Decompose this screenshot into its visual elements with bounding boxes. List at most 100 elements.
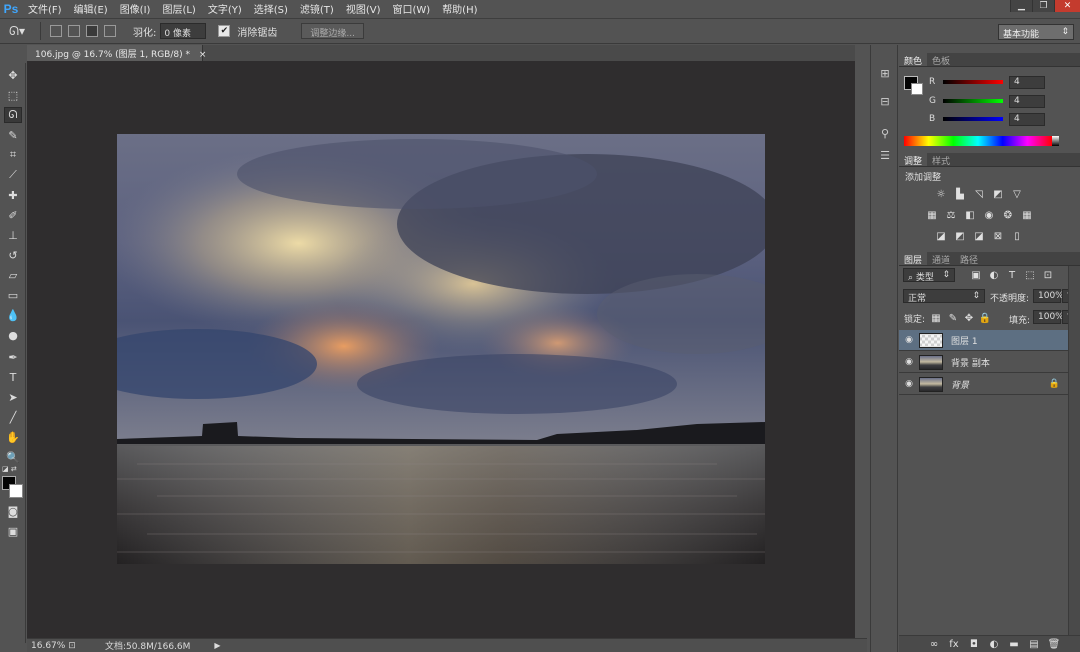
- red-value[interactable]: 4: [1009, 75, 1045, 89]
- document-photo[interactable]: [117, 134, 765, 564]
- selective-color-icon[interactable]: ⊠: [991, 230, 1005, 242]
- green-slider[interactable]: [943, 99, 1003, 103]
- filter-smart-object-icon[interactable]: ⊡: [1041, 269, 1055, 281]
- canvas-area[interactable]: [27, 61, 855, 638]
- menu-window[interactable]: 窗口(W): [386, 1, 436, 16]
- menu-edit[interactable]: 编辑(E): [68, 1, 114, 16]
- trash-icon[interactable]: 🗑: [1047, 638, 1061, 650]
- eyedropper-tool-icon[interactable]: ⟋: [4, 167, 22, 183]
- layer-name[interactable]: 背景 副本: [951, 356, 990, 369]
- gradient-map-icon[interactable]: ▯: [1010, 230, 1024, 242]
- layer-row[interactable]: ◉ 背景 副本: [899, 352, 1068, 373]
- filter-type-icon[interactable]: T: [1005, 269, 1019, 281]
- share-icon[interactable]: ⊡: [65, 641, 79, 651]
- antialias-checkbox[interactable]: ✔: [218, 25, 231, 37]
- tab-paths[interactable]: 路径: [955, 252, 983, 266]
- layer-row[interactable]: ◉ 背景 🔒: [899, 374, 1068, 395]
- new-layer-icon[interactable]: ▤: [1027, 638, 1041, 650]
- visibility-eye-icon[interactable]: ◉: [899, 379, 919, 389]
- zoom-level[interactable]: 16.67%: [27, 641, 65, 651]
- properties-panel-icon[interactable]: ⊟: [876, 93, 894, 109]
- intersect-selection-icon[interactable]: [104, 25, 116, 37]
- character-panel-icon[interactable]: ☰: [876, 147, 894, 163]
- lock-transparent-icon[interactable]: ▦: [929, 312, 943, 324]
- workspace-select[interactable]: 基本功能 ⇕: [998, 24, 1074, 40]
- new-selection-icon[interactable]: [50, 25, 62, 37]
- blue-slider[interactable]: [943, 117, 1003, 121]
- close-tab-icon[interactable]: ×: [199, 50, 207, 60]
- lock-image-icon[interactable]: ✎: [946, 312, 960, 324]
- green-value[interactable]: 4: [1009, 94, 1045, 108]
- menu-help[interactable]: 帮助(H): [436, 1, 483, 16]
- brightness-icon[interactable]: ☼: [934, 188, 948, 200]
- invert-icon[interactable]: ◪: [934, 230, 948, 242]
- link-icon[interactable]: ∞: [927, 638, 941, 650]
- visibility-eye-icon[interactable]: ◉: [899, 357, 919, 367]
- move-tool-icon[interactable]: ✥: [4, 67, 22, 83]
- menu-layer[interactable]: 图层(L): [156, 1, 201, 16]
- minimize-icon[interactable]: ▁: [1010, 0, 1032, 12]
- color-balance-icon[interactable]: ⚖: [944, 209, 958, 221]
- background-color-chip[interactable]: [911, 83, 923, 95]
- layer-name[interactable]: 图层 1: [951, 334, 978, 347]
- layers-scrollbar[interactable]: [1068, 266, 1080, 636]
- brush-tool-icon[interactable]: ✐: [4, 207, 22, 223]
- opacity-input[interactable]: 100%: [1033, 289, 1064, 303]
- brush-presets-icon[interactable]: ⚲: [876, 125, 894, 141]
- type-tool-icon[interactable]: T: [4, 369, 22, 385]
- gradient-tool-icon[interactable]: ▭: [4, 287, 22, 303]
- marquee-tool-icon[interactable]: ⬚: [4, 87, 22, 103]
- posterize-icon[interactable]: ◩: [953, 230, 967, 242]
- tab-color[interactable]: 颜色: [899, 53, 928, 67]
- vibrance-icon[interactable]: ▽: [1010, 188, 1024, 200]
- line-tool-icon[interactable]: ╱: [4, 409, 22, 425]
- black-white-icon[interactable]: ◧: [963, 209, 977, 221]
- layer-filter-select[interactable]: ⌕ 类型 ⇕: [903, 268, 955, 283]
- path-selection-tool-icon[interactable]: ➤: [4, 389, 22, 405]
- quick-mask-icon[interactable]: ◙: [4, 503, 22, 519]
- crop-tool-icon[interactable]: ⌗: [4, 147, 22, 163]
- feather-input[interactable]: 0 像素: [160, 23, 207, 39]
- filter-shape-icon[interactable]: ⬚: [1023, 269, 1037, 281]
- healing-brush-tool-icon[interactable]: ✚: [4, 187, 22, 203]
- layer-row[interactable]: ◉ 图层 1: [899, 330, 1068, 351]
- menu-view[interactable]: 视图(V): [340, 1, 387, 16]
- menu-file[interactable]: 文件(F): [22, 1, 68, 16]
- tab-adjustments[interactable]: 调整: [899, 153, 928, 167]
- dodge-tool-icon[interactable]: ●: [4, 327, 22, 343]
- background-color-swatch[interactable]: [9, 484, 23, 498]
- restore-icon[interactable]: ❐: [1032, 0, 1054, 12]
- document-tab[interactable]: 106.jpg @ 16.7% (图层 1, RGB/8) * ×: [27, 45, 206, 61]
- filter-pixel-icon[interactable]: ▣: [969, 269, 983, 281]
- fill-input[interactable]: 100%: [1033, 310, 1064, 324]
- lock-all-icon[interactable]: 🔒: [978, 312, 992, 324]
- lasso-tool-icon[interactable]: ᘏ: [4, 107, 22, 123]
- swap-colors-icon[interactable]: ◪ ⇄: [2, 465, 17, 473]
- group-icon[interactable]: ▬: [1007, 638, 1021, 650]
- hand-tool-icon[interactable]: ✋: [4, 429, 22, 445]
- refine-edge-button[interactable]: 调整边缘...: [301, 23, 364, 39]
- tab-layers[interactable]: 图层: [899, 252, 928, 266]
- eraser-tool-icon[interactable]: ▱: [4, 267, 22, 283]
- tab-styles[interactable]: 样式: [927, 153, 955, 167]
- threshold-icon[interactable]: ◪: [972, 230, 986, 242]
- lasso-preset-icon[interactable]: ᘏ▾: [0, 24, 34, 39]
- curves-icon[interactable]: ◹: [972, 188, 986, 200]
- blue-value[interactable]: 4: [1009, 112, 1045, 126]
- close-icon[interactable]: ✕: [1054, 0, 1080, 12]
- photo-filter-icon[interactable]: ◉: [982, 209, 996, 221]
- lock-position-icon[interactable]: ✥: [962, 312, 976, 324]
- mask-icon[interactable]: ◘: [967, 638, 981, 650]
- blend-mode-select[interactable]: 正常 ⇕: [903, 289, 985, 304]
- clone-stamp-tool-icon[interactable]: ⊥: [4, 227, 22, 243]
- color-lookup-icon[interactable]: ▦: [1020, 209, 1034, 221]
- menu-type[interactable]: 文字(Y): [202, 1, 248, 16]
- add-selection-icon[interactable]: [68, 25, 80, 37]
- adjustment-layer-icon[interactable]: ◐: [987, 638, 1001, 650]
- history-brush-tool-icon[interactable]: ↺: [4, 247, 22, 263]
- exposure-icon[interactable]: ◩: [991, 188, 1005, 200]
- quick-selection-tool-icon[interactable]: ✎: [4, 127, 22, 143]
- grayscale-ramp[interactable]: [1052, 136, 1059, 146]
- menu-image[interactable]: 图像(I): [114, 1, 157, 16]
- screen-mode-icon[interactable]: ▣: [4, 523, 22, 539]
